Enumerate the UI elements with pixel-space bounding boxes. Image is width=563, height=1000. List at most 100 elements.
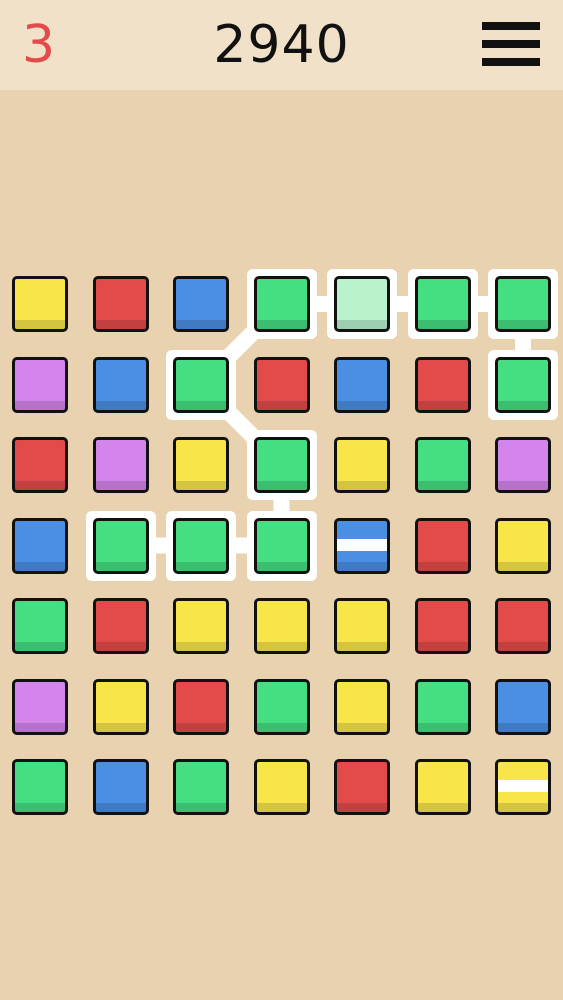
green-tile[interactable] [253,678,310,735]
line-clear-stripe-icon [337,538,387,551]
blue-tile[interactable] [334,517,390,574]
tile-shade [256,803,307,812]
tile-shade [498,722,548,732]
purple-tile[interactable] [92,437,149,493]
yellow-tile[interactable] [253,759,310,815]
green-tile[interactable] [173,759,229,815]
tile-shade [176,481,226,490]
green-tile[interactable] [12,759,68,815]
blue-tile[interactable] [92,759,149,815]
tile-shade [337,481,387,490]
blue-tile[interactable] [334,356,390,413]
selected-green-tile[interactable] [253,276,310,332]
tile-shade [256,400,307,410]
red-tile[interactable] [414,598,471,654]
blue-tile[interactable] [92,356,149,413]
tile-shade [95,481,146,490]
green-tile[interactable] [414,437,471,493]
red-tile[interactable] [334,759,390,815]
tile-shade [176,400,226,410]
selected-green-tile[interactable] [173,517,229,574]
tile-shade [417,722,468,732]
tile-shade [498,400,548,410]
yellow-tile[interactable] [253,598,310,654]
game-screen: 3 2940 [0,0,563,1000]
tile-shade [337,561,387,571]
blue-tile[interactable] [495,678,551,735]
tile-shade [417,642,468,651]
tile-shade [498,642,548,651]
line-clear-stripe-icon [498,780,548,792]
red-tile[interactable] [495,598,551,654]
tile-shade [498,561,548,571]
tile-shade [337,400,387,410]
selected-green-tile[interactable] [253,437,310,493]
tile-shade [176,320,226,329]
tile-shade [417,400,468,410]
purple-tile[interactable] [495,437,551,493]
tile-shade [95,320,146,329]
tile-shade [256,320,307,329]
selection-path [120,296,531,554]
green-tile[interactable] [414,678,471,735]
tile-shade [417,320,468,329]
tile-shade [417,803,468,812]
tile-shade [95,803,146,812]
selected-green-tile[interactable] [495,356,551,413]
selected-green-tile[interactable] [253,517,310,574]
tile-shade [337,642,387,651]
yellow-tile[interactable] [334,678,390,735]
tile-shade [256,481,307,490]
red-tile[interactable] [92,276,149,332]
tile-shade [95,722,146,732]
tile-shade [256,642,307,651]
yellow-tile[interactable] [414,759,471,815]
tile-shade [176,803,226,812]
tile-shade [95,642,146,651]
tile-shade [176,722,226,732]
tile-shade [417,481,468,490]
yellow-tile[interactable] [334,598,390,654]
tile-shade [417,561,468,571]
tile-shade [15,400,65,410]
yellow-tile[interactable] [173,598,229,654]
yellow-tile[interactable] [173,437,229,493]
blue-tile[interactable] [12,517,68,574]
selected-green-tile[interactable] [414,276,471,332]
red-tile[interactable] [414,517,471,574]
green-tile[interactable] [12,598,68,654]
red-tile[interactable] [12,437,68,493]
tile-shade [15,722,65,732]
yellow-tile[interactable] [334,437,390,493]
purple-tile[interactable] [12,356,68,413]
yellow-tile[interactable] [495,759,551,815]
red-tile[interactable] [414,356,471,413]
tile-shade [337,722,387,732]
red-tile[interactable] [92,598,149,654]
tile-shade [176,642,226,651]
tile-shade [95,561,146,571]
selected-green-tile[interactable] [495,276,551,332]
game-board [0,0,563,1000]
yellow-tile[interactable] [92,678,149,735]
selected-green-tile[interactable] [92,517,149,574]
purple-tile[interactable] [12,678,68,735]
red-tile[interactable] [173,678,229,735]
tile-shade [337,803,387,812]
selected-pale-green-tile[interactable] [334,276,390,332]
tile-shade [337,320,387,329]
yellow-tile[interactable] [12,276,68,332]
tile-shade [498,320,548,329]
tile-shade [15,561,65,571]
tile-shade [15,481,65,490]
red-tile[interactable] [253,356,310,413]
tile-shade [256,722,307,732]
selected-green-tile[interactable] [173,356,229,413]
blue-tile[interactable] [173,276,229,332]
tile-shade [95,400,146,410]
tile-shade [256,561,307,571]
yellow-tile[interactable] [495,517,551,574]
tile-shade [498,803,548,812]
tile-shade [176,561,226,571]
tile-shade [15,803,65,812]
